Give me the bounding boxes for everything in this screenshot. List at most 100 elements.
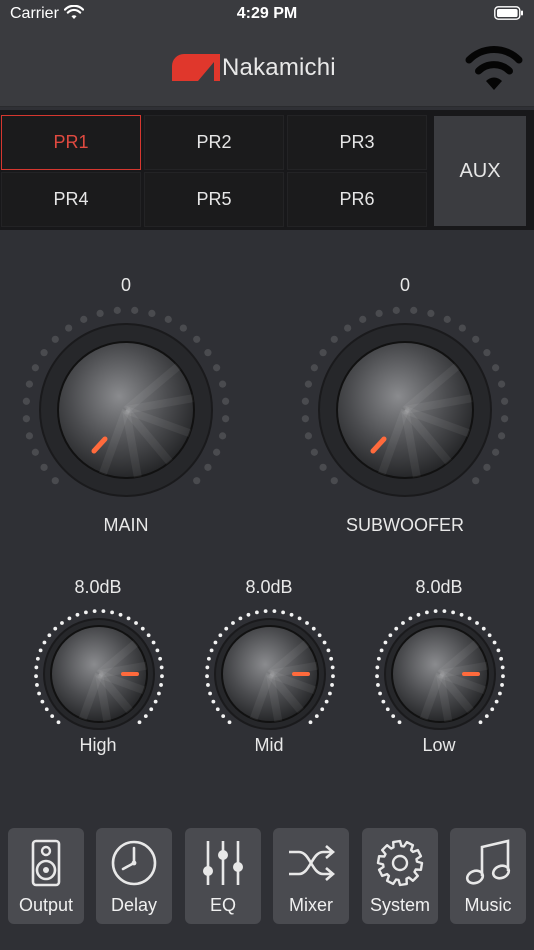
knob-scale-dot <box>231 621 235 625</box>
knob-scale-dot <box>472 335 480 343</box>
knob-scale-dot <box>31 448 39 456</box>
knob-scale-dot <box>301 415 309 423</box>
knob-scale-dot <box>501 415 509 423</box>
knob-scale-dot <box>193 335 201 343</box>
knob-scale-dot <box>326 648 331 653</box>
knob-scale-dot <box>80 315 88 323</box>
knob-scale-dot <box>375 309 383 318</box>
knob-scale-dot <box>160 674 164 679</box>
nav-label: Delay <box>110 895 158 915</box>
main-knob-label: MAIN <box>103 515 149 535</box>
nav-system[interactable]: System <box>362 828 438 924</box>
nav-mixer[interactable]: Mixer <box>273 828 349 924</box>
nav-eq[interactable]: EQ <box>185 828 261 924</box>
knob-scale-dot <box>67 616 72 621</box>
gear-icon <box>376 839 424 887</box>
knob-scale-dot <box>500 683 504 687</box>
mid-knob-value: 8.0dB <box>245 577 293 597</box>
preset-button-pr1[interactable]: PR1 <box>1 115 141 170</box>
knob-scale-dot <box>38 648 43 653</box>
knob-scale-dot <box>484 714 489 719</box>
knob-scale-dot <box>204 463 212 471</box>
knob-scale-dot <box>408 616 413 621</box>
subwoofer-volume-knob[interactable] <box>295 300 515 520</box>
knob-scale-dot <box>60 621 64 625</box>
knob-scale-dot <box>329 656 334 661</box>
preset-button-pr4[interactable]: PR4 <box>1 172 141 227</box>
knob-scale-dot <box>34 665 39 670</box>
preset-button-pr2[interactable]: PR2 <box>144 115 284 170</box>
knob-scale-dot <box>433 609 438 614</box>
mid-knob-label: Mid <box>254 735 284 755</box>
knob-scale-dot <box>205 674 209 679</box>
knob-scale-dot <box>218 633 223 638</box>
knob-scale-dot <box>227 720 232 725</box>
knob-scale-dot <box>487 633 492 638</box>
knob-scale-dot <box>310 448 318 456</box>
preset-button-pr3[interactable]: PR3 <box>287 115 427 170</box>
knob-scale-dot <box>319 349 327 357</box>
knob-scale-dot <box>330 683 334 687</box>
connection-status-icon[interactable] <box>462 40 526 92</box>
knob-scale-dot <box>149 707 154 712</box>
knob-scale-dot <box>159 665 164 670</box>
knob-scale-dot <box>206 683 210 687</box>
preset-label: PR3 <box>339 132 375 152</box>
knob-scale-dot <box>381 699 386 704</box>
knob-scale-dot <box>146 633 151 638</box>
high-tone-knob[interactable] <box>29 604 169 744</box>
main-volume-knob[interactable] <box>16 300 236 520</box>
knob-scale-dot <box>416 612 421 617</box>
knob-scale-dot <box>131 306 139 314</box>
knob-scale-dot <box>221 714 226 719</box>
knob-scale-dot <box>164 315 172 323</box>
source-aux-button[interactable]: AUX <box>434 116 526 226</box>
nav-delay[interactable]: Delay <box>96 828 172 924</box>
knob-scale-dot <box>304 432 313 440</box>
preset-label: PR6 <box>339 189 375 209</box>
knob-scale-dot <box>246 612 251 617</box>
mid-tone-knob[interactable] <box>200 604 340 744</box>
nav-label: Mixer <box>289 895 333 915</box>
knob-scale-dot <box>305 621 309 625</box>
knob-scale-dot <box>204 349 212 357</box>
knob-scale-dot <box>359 315 367 323</box>
knob-scale-dot <box>40 463 48 471</box>
knob-scale-dot <box>397 720 402 725</box>
knob-scale-dot <box>92 609 97 614</box>
knob-scale-dot <box>224 626 229 631</box>
knob-scale-dot <box>110 610 114 615</box>
knob-scale-dot <box>483 463 491 471</box>
nav-music[interactable]: Music <box>450 828 526 924</box>
low-tone-knob[interactable] <box>370 604 510 744</box>
knob-scale-dot <box>451 610 455 615</box>
knob-scale-dot <box>319 463 327 471</box>
nav-label: Output <box>18 895 74 915</box>
knob-scale-dot <box>301 397 309 405</box>
knob-scale-dot <box>134 621 138 625</box>
clock-icon <box>111 840 157 886</box>
knob-scale-dot <box>37 691 41 696</box>
knob-scale-dot <box>311 626 316 631</box>
main-knob-value: 0 <box>120 275 131 295</box>
knob-scale-dot <box>34 674 38 679</box>
high-knob-label: High <box>79 735 117 755</box>
knob-scale-dot <box>40 699 45 704</box>
brand-name: Nakamichi <box>222 54 336 81</box>
knob-scale-dot <box>330 665 335 670</box>
knob-scale-dot <box>148 309 156 318</box>
preset-button-pr6[interactable]: PR6 <box>287 172 427 227</box>
knob-scale-dot <box>492 364 500 372</box>
knob-scale-dot <box>385 707 390 712</box>
knob-scale-dot <box>344 324 352 332</box>
knob-scale-dot <box>222 397 230 405</box>
preset-button-pr5[interactable]: PR5 <box>144 172 284 227</box>
knob-scale-dot <box>22 415 30 423</box>
knob-scale-dot <box>322 640 327 645</box>
nav-output[interactable]: Output <box>8 828 84 924</box>
knob-scale-dot <box>151 640 156 645</box>
knob-scale-dot <box>328 691 332 696</box>
knob-scale-dot <box>213 640 218 645</box>
nav-label: EQ <box>209 895 236 915</box>
knob-scale-dot <box>215 707 220 712</box>
